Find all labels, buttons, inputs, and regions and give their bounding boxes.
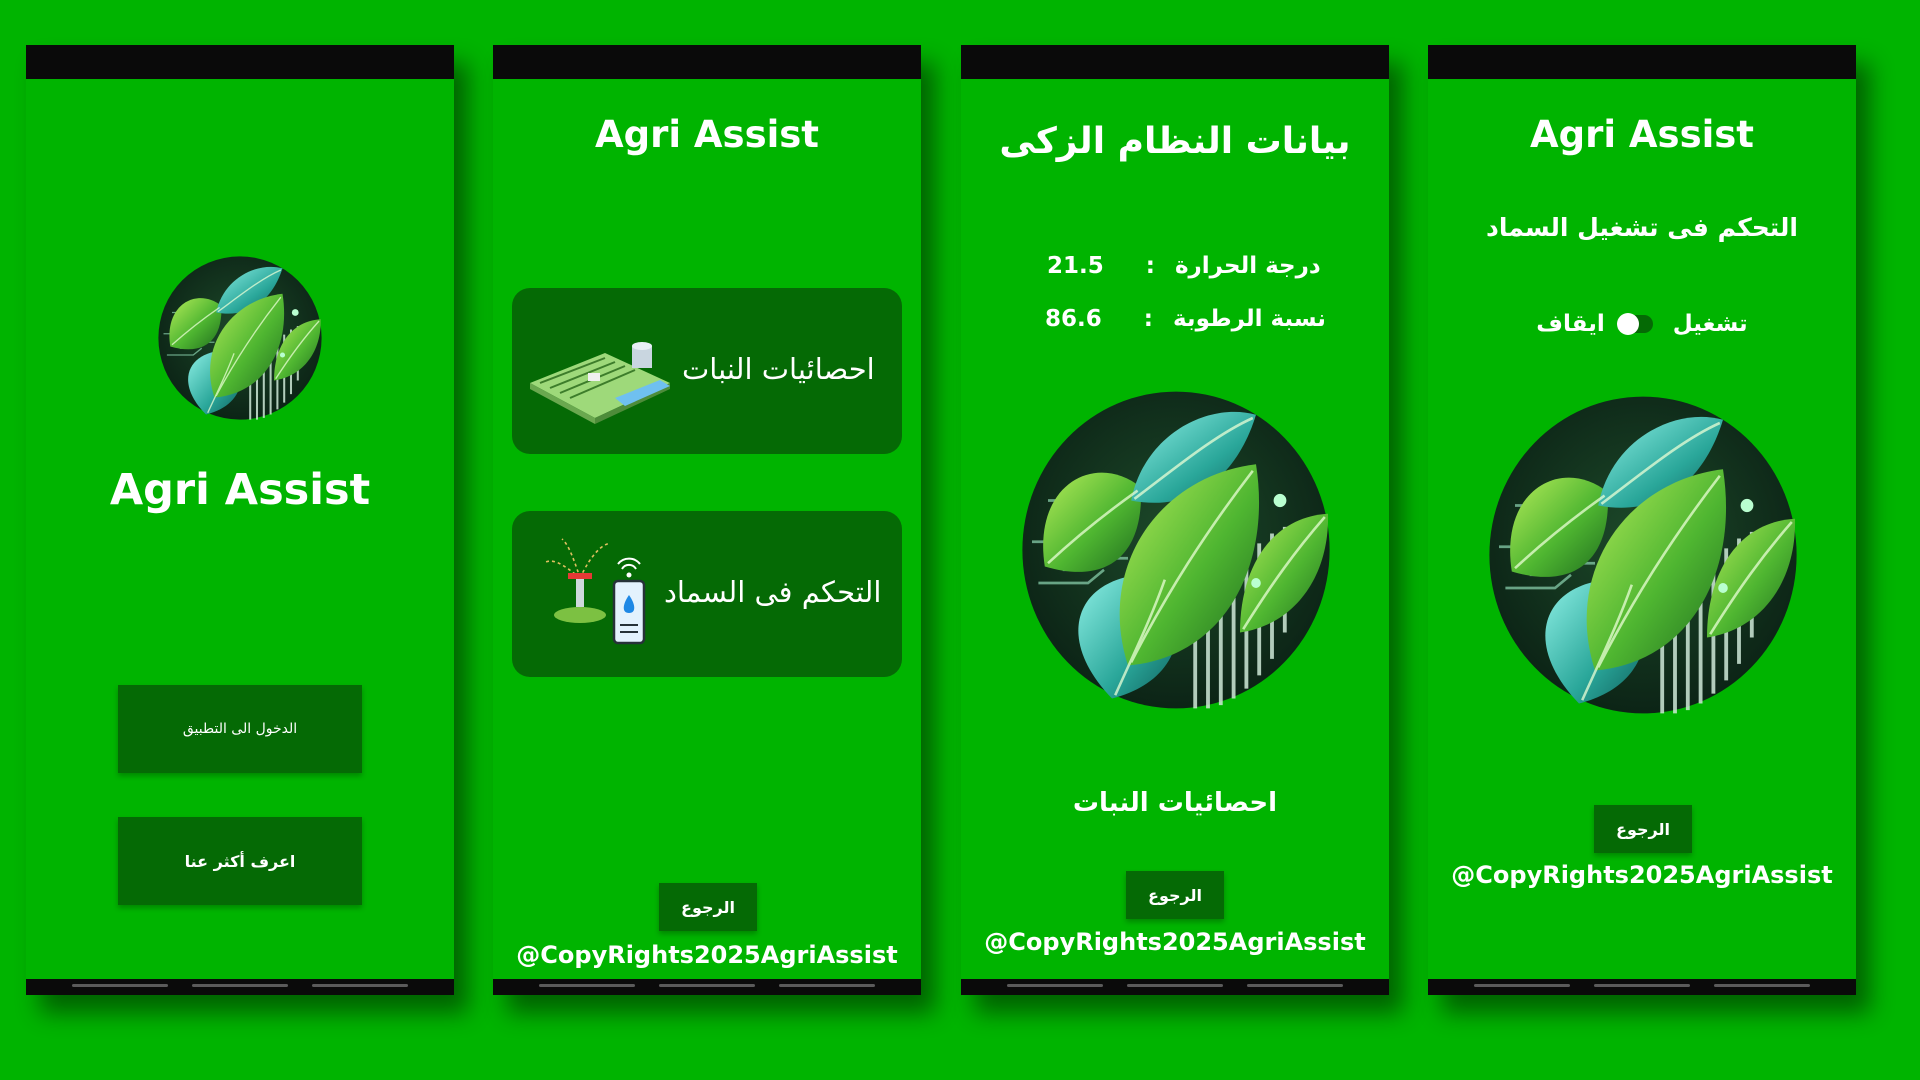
app-title: Agri Assist [594,113,819,156]
learn-more-button[interactable]: اعرف أكثر عنا [118,817,362,905]
plant-stats-card[interactable]: احصائيات النبات [512,288,902,454]
toggle-knob [1616,313,1639,335]
humidity-value: 86.6 [1045,306,1102,332]
power-toggle-switch[interactable] [1616,313,1653,335]
humidity-row: 86.6 : نسبة الرطوبة [1045,306,1326,332]
enter-app-button[interactable]: الدخول الى التطبيق [118,685,362,773]
page-title: بيانات النظام الزكى [999,121,1351,162]
back-button[interactable]: الرجوع [659,883,757,931]
humidity-separator: : [1143,306,1153,332]
leaf-circuit-logo-icon [155,253,325,423]
status-bar [493,45,921,79]
nav-bar [1428,979,1856,995]
fertilizer-control-card[interactable]: التحكم فى السماد [512,511,902,677]
page-subtitle: التحكم فى تشغيل السماد [1486,213,1798,242]
plant-stats-section-label: احصائيات النبات [1072,788,1278,818]
status-bar [961,45,1389,79]
copyright-text: @CopyRights2025AgriAssist [516,941,898,969]
power-toggle-row: ايقاف تشغيل [1428,311,1856,337]
temperature-label: درجة الحرارة [1174,253,1321,279]
plant-stats-label: احصائيات النبات [682,352,875,386]
copyright-text: @CopyRights2025AgriAssist [984,928,1366,956]
status-bar [1428,45,1856,79]
temperature-value: 21.5 [1047,253,1104,279]
on-label: تشغيل [1672,311,1748,337]
screen-welcome: Agri Assist الدخول الى التطبيق اعرف أكثر… [26,45,454,995]
humidity-label: نسبة الرطوبة [1172,306,1326,332]
status-bar [26,45,454,79]
temperature-separator: : [1145,253,1155,279]
fertilizer-control-label: التحكم فى السماد [664,575,882,609]
nav-bar [961,979,1389,995]
smart-farm-icon [520,328,675,428]
off-label: ايقاف [1536,311,1605,337]
leaf-circuit-logo-icon [1483,390,1803,720]
sprinkler-phone-icon [542,533,652,653]
back-button[interactable]: الرجوع [1594,805,1692,853]
copyright-text: @CopyRights2025AgriAssist [1451,861,1833,889]
screen-system-data: بيانات النظام الزكى 21.5 : درجة الحرارة … [961,45,1389,995]
nav-bar [493,979,921,995]
screen-menu: Agri Assist احصائيات النبات التحكم فى ال… [493,45,921,995]
back-button[interactable]: الرجوع [1126,871,1224,919]
screen-fertilizer-control: Agri Assist التحكم فى تشغيل السماد ايقاف… [1428,45,1856,995]
temperature-row: 21.5 : درجة الحرارة [1047,253,1321,279]
app-title: Agri Assist [1529,113,1754,156]
app-title: Agri Assist [109,465,371,515]
leaf-circuit-logo-icon [1016,385,1336,715]
nav-bar [26,979,454,995]
